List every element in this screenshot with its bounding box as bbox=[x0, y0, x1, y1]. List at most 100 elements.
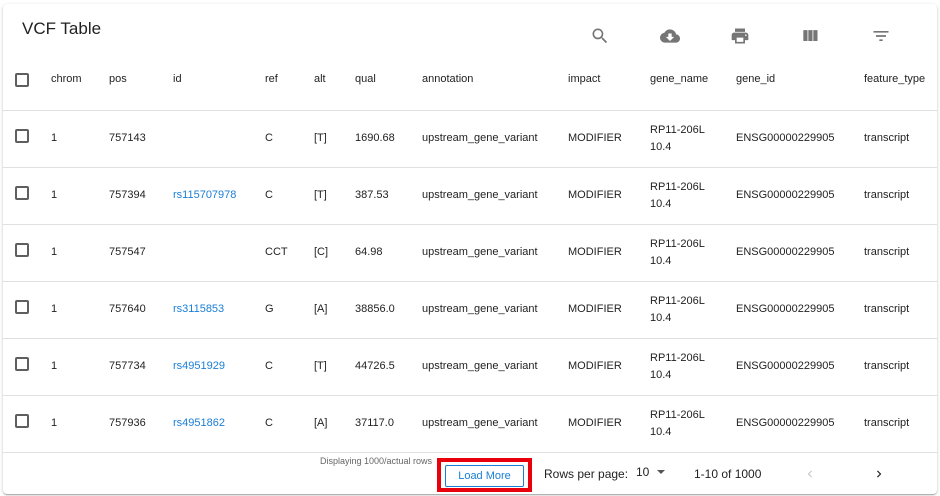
cell-text: 64.98 bbox=[355, 246, 383, 258]
cell-chrom: 1 bbox=[51, 110, 109, 168]
cell-text: ENSG00000229905 bbox=[736, 303, 835, 315]
cell-chrom: 1 bbox=[51, 224, 109, 282]
rows-per-page-select[interactable]: 10 bbox=[636, 465, 666, 479]
column-header-alt[interactable]: alt bbox=[314, 60, 355, 111]
column-header-pos[interactable]: pos bbox=[109, 60, 173, 111]
cell-impact: MODIFIER bbox=[568, 395, 650, 453]
cell-text: ENSG00000229905 bbox=[736, 246, 835, 258]
cell-text: upstream_gene_variant bbox=[422, 189, 538, 201]
cell-pos: 757936 bbox=[109, 395, 173, 453]
cell-qual: 37117.0 bbox=[355, 395, 422, 453]
dropdown-arrow-icon bbox=[657, 470, 666, 474]
previous-page-button[interactable] bbox=[802, 466, 818, 482]
cloud-download-icon[interactable] bbox=[658, 24, 682, 48]
vcf-table-card: VCF Table chrom pos id ref alt qual anno… bbox=[3, 4, 937, 494]
cell-chrom: 1 bbox=[51, 167, 109, 225]
filter-list-icon[interactable] bbox=[869, 24, 893, 48]
column-header-qual[interactable]: qual bbox=[355, 60, 422, 111]
search-icon[interactable] bbox=[588, 24, 612, 48]
table-row[interactable]: 1 757640 rs3115853 G [A] 38856.0 upstream_gene… bbox=[3, 281, 937, 339]
cell-id: rs115707978 bbox=[173, 167, 265, 225]
cell-text: ENSG00000229905 bbox=[736, 417, 835, 429]
cell-qual: 38856.0 bbox=[355, 281, 422, 339]
row-checkbox[interactable] bbox=[15, 185, 29, 200]
cell-gene-name: RP11-206L10.4 bbox=[650, 224, 736, 282]
cell-alt: [T] bbox=[314, 110, 355, 168]
cell-text: 1 bbox=[51, 417, 58, 429]
cell-text: 1 bbox=[51, 246, 58, 258]
column-header-impact[interactable]: impact bbox=[568, 60, 650, 111]
table-row[interactable]: 1 757547 CCT [C] 64.98 upstream_gene_variant M… bbox=[3, 224, 937, 282]
cell-impact: MODIFIER bbox=[568, 167, 650, 225]
cell-text: transcript bbox=[864, 189, 910, 201]
column-header-gene-name[interactable]: gene_name bbox=[650, 60, 736, 111]
cell-text: 387.53 bbox=[355, 189, 389, 201]
variant-id-link[interactable]: rs3115853 bbox=[173, 303, 224, 315]
cell-text: transcript bbox=[864, 303, 910, 315]
load-more-button[interactable]: Load More bbox=[445, 465, 524, 487]
cell-annotation: upstream_gene_variant bbox=[422, 395, 568, 453]
column-header-ref[interactable]: ref bbox=[265, 60, 314, 111]
table-row[interactable]: 1 757143 C [T] 1690.68 upstream_gene_variant M… bbox=[3, 110, 937, 168]
cell-text: upstream_gene_variant bbox=[422, 246, 538, 258]
cell-id: rs4951929 bbox=[173, 338, 265, 396]
variant-id-link[interactable]: rs4951929 bbox=[173, 360, 225, 372]
cell-pos: 757143 bbox=[109, 110, 173, 168]
cell-impact: MODIFIER bbox=[568, 110, 650, 168]
cell-text: MODIFIER bbox=[568, 132, 622, 144]
cell-text: transcript bbox=[864, 417, 910, 429]
cell-text: ENSG00000229905 bbox=[736, 189, 835, 201]
cell-text: 757734 bbox=[109, 360, 146, 372]
column-header-id[interactable]: id bbox=[173, 60, 265, 111]
cell-gene-id: ENSG00000229905 bbox=[736, 395, 864, 453]
cell-gene-id: ENSG00000229905 bbox=[736, 281, 864, 339]
cell-qual: 1690.68 bbox=[355, 110, 422, 168]
chevron-left-icon bbox=[807, 470, 812, 478]
table-footer: Displaying 1000/actual rows Load More Ro… bbox=[3, 452, 937, 494]
cell-text: MODIFIER bbox=[568, 417, 622, 429]
cell-ref: C bbox=[265, 395, 314, 453]
row-checkbox[interactable] bbox=[15, 413, 29, 428]
cell-text: 38856.0 bbox=[355, 303, 395, 315]
cell-text: transcript bbox=[864, 360, 910, 372]
table-row[interactable]: 1 757936 rs4951862 C [A] 37117.0 upstream_gene… bbox=[3, 395, 937, 453]
column-header-feature-type[interactable]: feature_type bbox=[864, 60, 937, 111]
column-header-annotation[interactable]: annotation bbox=[422, 60, 568, 111]
row-checkbox[interactable] bbox=[15, 299, 29, 314]
row-checkbox[interactable] bbox=[15, 356, 29, 371]
print-icon[interactable] bbox=[728, 24, 752, 48]
cell-text: MODIFIER bbox=[568, 303, 622, 315]
row-checkbox[interactable] bbox=[15, 242, 29, 257]
cell-annotation: upstream_gene_variant bbox=[422, 338, 568, 396]
cell-gene-id: ENSG00000229905 bbox=[736, 224, 864, 282]
select-all-checkbox[interactable] bbox=[15, 73, 29, 87]
cell-text: upstream_gene_variant bbox=[422, 360, 538, 372]
cell-ref: C bbox=[265, 167, 314, 225]
displaying-text: Displaying 1000/actual rows bbox=[320, 456, 433, 466]
table-row[interactable]: 1 757734 rs4951929 C [T] 44726.5 upstream_gene… bbox=[3, 338, 937, 396]
next-page-button[interactable] bbox=[871, 466, 887, 482]
cell-text: 1 bbox=[51, 132, 58, 144]
cell-chrom: 1 bbox=[51, 395, 109, 453]
cell-impact: MODIFIER bbox=[568, 338, 650, 396]
cell-alt: [T] bbox=[314, 338, 355, 396]
cell-annotation: upstream_gene_variant bbox=[422, 224, 568, 282]
cell-qual: 44726.5 bbox=[355, 338, 422, 396]
view-columns-icon[interactable] bbox=[798, 24, 822, 48]
gene-name-text: RP11-206L10.4 bbox=[650, 180, 705, 210]
row-checkbox[interactable] bbox=[15, 128, 29, 143]
cell-id: rs4951862 bbox=[173, 395, 265, 453]
variant-id-link[interactable]: rs115707978 bbox=[173, 189, 236, 201]
cell-text: 757547 bbox=[109, 246, 146, 258]
cell-text: CCT bbox=[265, 246, 288, 258]
chevron-right-icon bbox=[877, 470, 882, 478]
column-header-chrom[interactable]: chrom bbox=[51, 60, 109, 111]
cell-pos: 757640 bbox=[109, 281, 173, 339]
cell-gene-name: RP11-206L10.4 bbox=[650, 281, 736, 339]
variant-id-link[interactable]: rs4951862 bbox=[173, 417, 225, 429]
cell-text: 1 bbox=[51, 360, 58, 372]
cell-ref: G bbox=[265, 281, 314, 339]
cell-text: upstream_gene_variant bbox=[422, 303, 538, 315]
table-row[interactable]: 1 757394 rs115707978 C [T] 387.53 upstream_gen… bbox=[3, 167, 937, 225]
column-header-gene-id[interactable]: gene_id bbox=[736, 60, 864, 111]
